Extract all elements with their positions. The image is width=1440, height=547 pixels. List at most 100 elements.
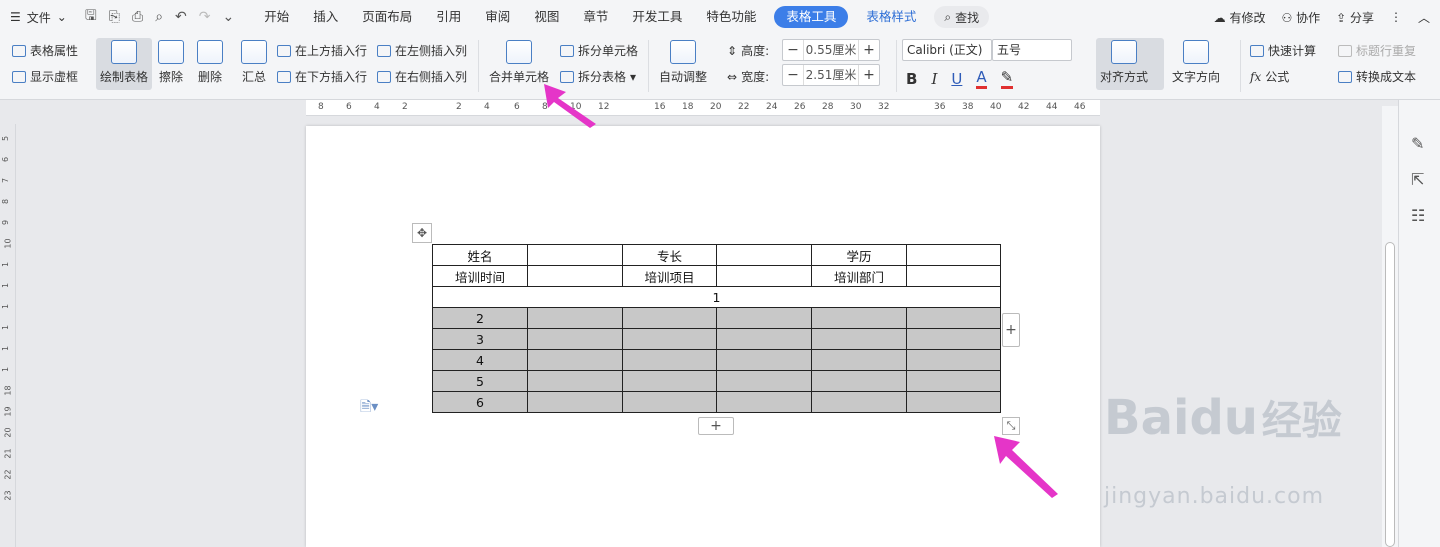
tab-table-style[interactable]: 表格样式 — [854, 0, 928, 34]
font-select[interactable]: Calibri (正文) — [902, 39, 992, 61]
decrement-icon[interactable]: − — [783, 42, 803, 58]
tab-features[interactable]: 特色功能 — [694, 0, 768, 34]
table-cell[interactable] — [906, 349, 1001, 371]
split-cell-button[interactable]: 拆分单元格 — [560, 42, 638, 59]
merged-cell[interactable]: 1 — [432, 286, 1001, 308]
table-cell[interactable] — [622, 349, 717, 371]
merge-cells-button[interactable]: 合并单元格 — [489, 40, 549, 85]
table-cell[interactable] — [527, 244, 623, 266]
summary-button[interactable]: 汇总 — [241, 40, 267, 85]
table-cell[interactable]: 培训部门 — [811, 265, 907, 287]
erase-button[interactable]: 擦除 — [158, 40, 184, 85]
tab-table-tools[interactable]: 表格工具 — [774, 6, 849, 28]
insert-col-right-button[interactable]: 在右侧插入列 — [377, 68, 467, 85]
table-cell[interactable] — [716, 391, 812, 413]
table-cell[interactable]: 培训时间 — [432, 265, 528, 287]
table-cell[interactable] — [716, 370, 812, 392]
table-move-handle[interactable]: ✥ — [412, 223, 432, 243]
table-cell[interactable] — [622, 370, 717, 392]
font-size-select[interactable]: 五号 — [992, 39, 1072, 61]
vertical-ruler[interactable]: 5 6 7 8 9 10 1 1 1 1 1 1 18 19 20 21 22 23 — [0, 124, 16, 547]
select-cursor-icon[interactable]: ⇱ — [1411, 170, 1424, 189]
insert-row-above-button[interactable]: 在上方插入行 — [277, 42, 367, 59]
table-cell[interactable] — [906, 307, 1001, 329]
tab-references[interactable]: 引用 — [424, 0, 473, 34]
tab-review[interactable]: 审阅 — [473, 0, 522, 34]
table-cell[interactable] — [716, 307, 812, 329]
tab-developer[interactable]: 开发工具 — [620, 0, 694, 34]
table-cell[interactable]: 培训项目 — [622, 265, 717, 287]
table-cell[interactable] — [527, 328, 623, 350]
decrement-icon[interactable]: − — [783, 67, 803, 83]
table-cell[interactable]: 专长 — [622, 244, 717, 266]
more-menu-icon[interactable]: ⋮ — [1390, 10, 1402, 24]
table-cell[interactable] — [906, 391, 1001, 413]
tab-view[interactable]: 视图 — [522, 0, 571, 34]
table-cell[interactable]: 3 — [432, 328, 528, 350]
table-cell[interactable] — [622, 328, 717, 350]
table-cell[interactable] — [716, 328, 812, 350]
table-cell[interactable]: 6 — [432, 391, 528, 413]
table-cell[interactable] — [906, 328, 1001, 350]
italic-icon[interactable]: I — [931, 70, 937, 88]
formula-button[interactable]: fx 公式 — [1250, 68, 1289, 85]
share-button[interactable]: ⇪ 分享 — [1336, 9, 1374, 26]
table-cell[interactable]: 5 — [432, 370, 528, 392]
table-cell[interactable] — [716, 349, 812, 371]
tab-layout[interactable]: 页面布局 — [350, 0, 424, 34]
table-cell[interactable] — [527, 265, 623, 287]
table-cell[interactable] — [811, 391, 907, 413]
highlight-icon[interactable]: ✎ — [1000, 68, 1014, 89]
edit-pen-icon[interactable]: ✎ — [1411, 134, 1424, 153]
auto-fit-button[interactable]: 自动调整 — [659, 40, 707, 85]
table-cell[interactable]: 4 — [432, 349, 528, 371]
increment-icon[interactable]: + — [859, 42, 879, 58]
add-row-button[interactable]: + — [698, 417, 734, 435]
tab-chapter[interactable]: 章节 — [571, 0, 620, 34]
quick-calc-button[interactable]: 快速计算 — [1250, 42, 1316, 59]
table-cell[interactable] — [906, 244, 1001, 266]
print-preview-icon[interactable]: ⌕ — [155, 9, 163, 25]
table-cell[interactable] — [527, 391, 623, 413]
table-cell[interactable] — [906, 370, 1001, 392]
delete-button[interactable]: 删除 — [197, 40, 223, 85]
align-button[interactable]: 对齐方式 — [1100, 40, 1148, 85]
tab-insert[interactable]: 插入 — [301, 0, 350, 34]
changes-button[interactable]: ☁ 有修改 — [1214, 9, 1266, 26]
more-icon[interactable]: ⌄ — [223, 9, 235, 25]
table-cell[interactable] — [811, 349, 907, 371]
table-cell[interactable] — [811, 307, 907, 329]
document-table[interactable]: 姓名 专长 学历 培训时间 培训项目 培训部门 1 2 3 4 5 6 — [432, 244, 1001, 413]
table-cell[interactable] — [716, 265, 812, 287]
width-stepper[interactable]: − 2.51厘米 + — [782, 64, 880, 86]
undo-icon[interactable]: ↶ — [175, 9, 187, 25]
scroll-thumb[interactable] — [1385, 242, 1395, 547]
table-cell[interactable]: 2 — [432, 307, 528, 329]
title-repeat-button[interactable]: 标题行重复 — [1338, 42, 1416, 59]
settings-sliders-icon[interactable]: ☷ — [1411, 206, 1425, 225]
increment-icon[interactable]: + — [859, 67, 879, 83]
collab-button[interactable]: ⚇ 协作 — [1282, 9, 1321, 26]
table-properties-button[interactable]: 表格属性 — [12, 42, 78, 59]
table-cell[interactable] — [527, 349, 623, 371]
draw-table-button[interactable]: 绘制表格 — [100, 40, 148, 85]
format-painter-icon[interactable]: ⎘ — [109, 9, 120, 25]
add-column-button[interactable]: + — [1002, 313, 1020, 347]
bold-icon[interactable]: B — [906, 70, 917, 88]
collapse-ribbon-icon[interactable]: ︿ — [1418, 9, 1430, 26]
search-box[interactable]: ⌕ 查找 — [934, 6, 990, 28]
table-cell[interactable] — [716, 244, 812, 266]
table-cell[interactable] — [622, 391, 717, 413]
print-icon[interactable]: ⎙ — [132, 9, 143, 25]
insert-col-left-button[interactable]: 在左侧插入列 — [377, 42, 467, 59]
vertical-scrollbar[interactable] — [1382, 106, 1398, 547]
table-cell[interactable] — [527, 370, 623, 392]
tab-home[interactable]: 开始 — [252, 0, 301, 34]
table-cell[interactable] — [906, 265, 1001, 287]
file-menu[interactable]: ☰ 文件 ⌄ — [0, 0, 77, 34]
underline-icon[interactable]: U — [951, 70, 962, 88]
save-icon[interactable]: 🖫 — [85, 5, 97, 29]
to-text-button[interactable]: 转换成文本 — [1338, 68, 1416, 85]
table-cell[interactable]: 姓名 — [432, 244, 528, 266]
horizontal-ruler[interactable]: 8 6 4 2 2 4 6 8 10 12 16 18 20 22 24 26 28 30 32 36 38 40 42 44… — [306, 100, 1100, 116]
